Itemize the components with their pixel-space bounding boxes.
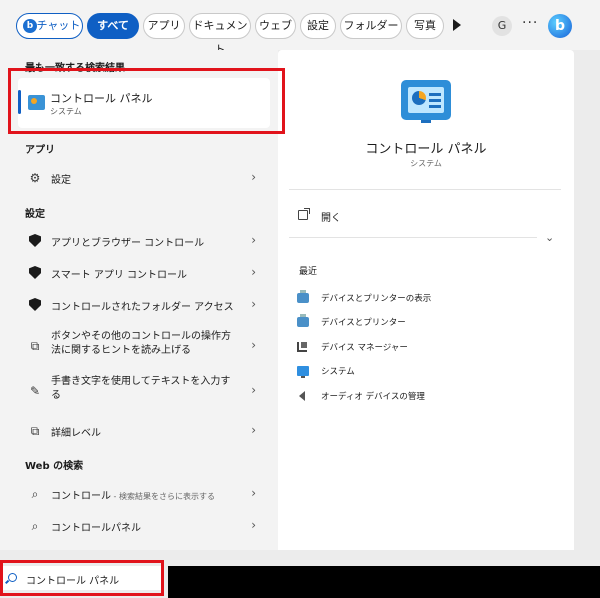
chevron-right-icon: › bbox=[251, 383, 256, 397]
result-label: 詳細レベル bbox=[51, 428, 101, 439]
detail-title: コントロール パネル bbox=[365, 142, 487, 157]
filter-photos-button[interactable]: 写真 bbox=[406, 13, 444, 39]
result-label: コントロール - 検索結果をさらに表示する bbox=[51, 491, 215, 502]
settings-heading: 設定 bbox=[25, 209, 45, 220]
setting-result-handwriting-input[interactable]: ✎ 手書き文字を使用してテキストを入力する › bbox=[18, 374, 268, 408]
search-input[interactable]: コントロール パネル bbox=[26, 572, 119, 587]
search-filter-bar: b チャット すべて アプリ ドキュメント ウェブ 設定 フォルダー 写真 G … bbox=[0, 0, 600, 56]
chevron-right-icon: › bbox=[251, 423, 256, 437]
more-options-icon[interactable]: ··· bbox=[522, 15, 538, 31]
recent-item-label: デバイスとプリンター bbox=[321, 318, 406, 328]
filter-folders-button[interactable]: フォルダー bbox=[340, 13, 402, 39]
recent-item[interactable]: デバイスとプリンター bbox=[297, 314, 547, 332]
setting-result-smart-app-control[interactable]: スマート アプリ コントロール › bbox=[18, 259, 268, 287]
taskbar bbox=[168, 566, 600, 598]
chevron-right-icon: › bbox=[251, 233, 256, 247]
best-match-title: コントロール パネル bbox=[50, 92, 153, 105]
filter-settings-button[interactable]: 設定 bbox=[300, 13, 336, 39]
open-external-icon bbox=[298, 208, 310, 220]
results-pane: 最も一致する検索結果 コントロール パネル システム アプリ ⚙ 設定 › 設定… bbox=[0, 50, 278, 550]
result-label: コントロールパネル bbox=[51, 523, 141, 534]
best-match-heading: 最も一致する検索結果 bbox=[25, 63, 125, 74]
control-panel-large-icon bbox=[401, 80, 451, 123]
shield-icon bbox=[29, 266, 41, 279]
recent-item-label: システム bbox=[321, 367, 355, 377]
open-label: 開く bbox=[321, 213, 341, 224]
search-icon bbox=[8, 573, 17, 582]
shield-icon bbox=[29, 298, 41, 311]
bing-logo-icon[interactable]: b bbox=[548, 14, 572, 38]
system-icon bbox=[297, 366, 309, 378]
setting-result-verbosity-level[interactable]: ⧉ 詳細レベル › bbox=[18, 417, 268, 445]
chevron-right-icon: › bbox=[251, 297, 256, 311]
recent-item-label: デバイスとプリンターの表示 bbox=[321, 294, 432, 304]
result-label: スマート アプリ コントロール bbox=[51, 270, 188, 281]
chevron-right-icon: › bbox=[251, 486, 256, 500]
gear-icon: ⚙ bbox=[29, 171, 41, 185]
search-icon: ⌕ bbox=[31, 487, 39, 501]
filter-web-button[interactable]: ウェブ bbox=[255, 13, 296, 39]
recent-item-label: オーディオ デバイスの管理 bbox=[321, 392, 425, 402]
detail-pane: コントロール パネル システム 開く ⌄ 最近 デバイスとプリンターの表示 デバ… bbox=[278, 50, 574, 550]
taskbar-search-box[interactable]: コントロール パネル bbox=[2, 566, 162, 590]
apps-heading: アプリ bbox=[25, 145, 55, 156]
detail-subtitle: システム bbox=[410, 159, 442, 168]
control-panel-icon bbox=[28, 95, 45, 110]
web-search-heading: Web の検索 bbox=[25, 461, 84, 472]
filter-all-button[interactable]: すべて bbox=[87, 13, 139, 39]
avatar[interactable]: G bbox=[492, 16, 512, 36]
result-label: 手書き文字を使用してテキストを入力する bbox=[51, 376, 231, 401]
recent-item[interactable]: デバイスとプリンターの表示 bbox=[297, 290, 547, 308]
recent-item[interactable]: オーディオ デバイスの管理 bbox=[297, 388, 547, 406]
filter-chat-label: チャット bbox=[36, 19, 81, 32]
chevron-right-icon: › bbox=[251, 338, 256, 352]
divider bbox=[289, 237, 537, 238]
chevron-down-icon[interactable]: ⌄ bbox=[545, 231, 554, 244]
setting-result-app-browser-control[interactable]: アプリとブラウザー コントロール › bbox=[18, 227, 268, 255]
selection-indicator bbox=[18, 90, 21, 114]
printer-icon bbox=[297, 290, 309, 303]
recent-item-label: デバイス マネージャー bbox=[321, 343, 408, 353]
result-label: コントロールされたフォルダー アクセス bbox=[51, 302, 234, 313]
best-match-subtitle: システム bbox=[50, 107, 82, 116]
search-icon: ⌕ bbox=[31, 519, 39, 533]
chevron-right-icon: › bbox=[251, 518, 256, 532]
bing-chat-icon: b bbox=[23, 19, 37, 33]
printer-icon bbox=[297, 314, 309, 327]
web-result-control-panel[interactable]: ⌕ コントロールパネル › bbox=[18, 512, 268, 540]
device-manager-icon bbox=[297, 342, 307, 352]
shield-icon bbox=[29, 234, 41, 247]
result-label: アプリとブラウザー コントロール bbox=[51, 238, 205, 249]
recent-heading: 最近 bbox=[299, 267, 318, 277]
pen-icon: ✎ bbox=[29, 384, 41, 398]
chevron-right-icon: › bbox=[251, 170, 256, 184]
web-result-control[interactable]: ⌕ コントロール - 検索結果をさらに表示する › bbox=[18, 480, 268, 508]
result-label: 設定 bbox=[51, 175, 71, 186]
narrator-icon: ⧉ bbox=[30, 424, 40, 438]
app-result-settings[interactable]: ⚙ 設定 › bbox=[18, 164, 268, 192]
best-match-item[interactable]: コントロール パネル システム bbox=[18, 78, 270, 128]
narrator-icon: ⧉ bbox=[30, 339, 40, 353]
recent-item[interactable]: デバイス マネージャー bbox=[297, 339, 547, 357]
filter-apps-button[interactable]: アプリ bbox=[143, 13, 185, 39]
setting-result-narrator-hints[interactable]: ⧉ ボタンやその他のコントロールの操作方法に関するヒントを読み上げる › bbox=[18, 329, 268, 363]
filter-chat-button[interactable]: b チャット bbox=[16, 13, 83, 39]
result-label: ボタンやその他のコントロールの操作方法に関するヒントを読み上げる bbox=[51, 331, 231, 356]
divider bbox=[289, 189, 561, 190]
filter-documents-button[interactable]: ドキュメント bbox=[189, 13, 251, 56]
setting-result-controlled-folder-access[interactable]: コントロールされたフォルダー アクセス › bbox=[18, 291, 268, 319]
audio-icon bbox=[299, 391, 305, 401]
chevron-right-icon: › bbox=[251, 265, 256, 279]
scroll-filters-icon[interactable] bbox=[453, 19, 461, 31]
recent-item[interactable]: システム bbox=[297, 363, 547, 381]
